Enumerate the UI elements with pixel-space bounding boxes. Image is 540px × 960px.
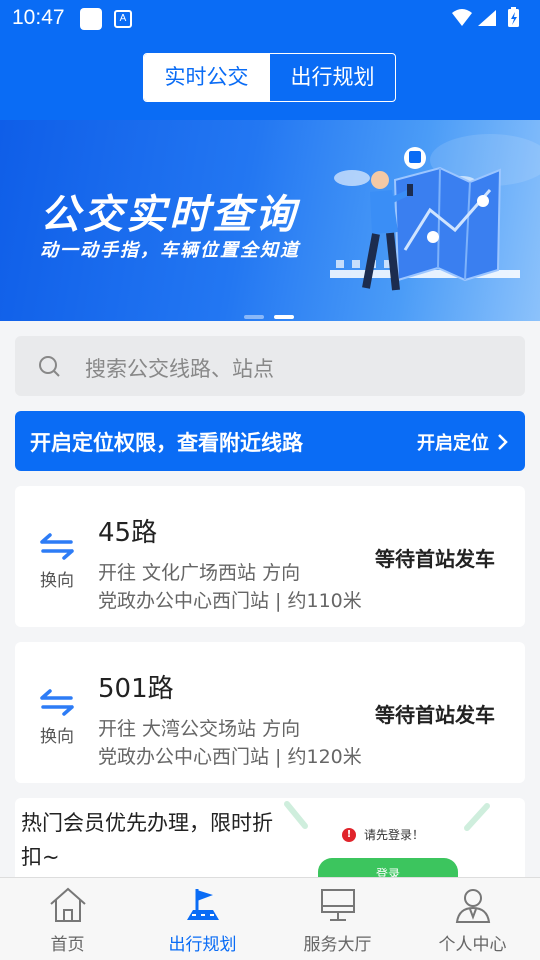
swap-direction-button[interactable]: 换向 [37,688,77,747]
route-status: 等待首站发车 [375,703,495,727]
status-time: 10:47 [12,6,65,29]
swap-label: 换向 [40,571,74,591]
route-direction: 开往 大湾公交场站 方向 [98,718,301,740]
banner-pagination [244,304,304,321]
banner-dot[interactable] [244,315,264,319]
swap-direction-button[interactable]: 换向 [37,532,77,591]
tab-trip-planning[interactable]: 出行规划 [269,54,395,101]
tab-trip-plan[interactable]: 出行规划 [135,878,270,960]
swap-arrows-icon [40,533,74,560]
location-message: 开启定位权限，查看附近线路 [30,431,303,455]
monitor-icon [320,889,355,921]
tab-home-label: 首页 [50,935,85,955]
swap-label: 换向 [40,727,74,747]
header: 10:47 A 实时公交 出行规划 [0,0,540,120]
mode-switch: 实时公交 出行规划 [143,53,396,102]
banner-dot-active[interactable] [274,315,294,319]
signal-icon [478,10,496,26]
battery-icon [508,7,519,27]
tab-service-hall-label: 服务大厅 [303,935,372,955]
status-bar: 10:47 A [0,0,540,36]
route-card[interactable]: 换向 501路 开往 大湾公交场站 方向 党政办公中心西门站 | 约120米 等… [15,642,525,783]
enable-location-button[interactable]: 开启定位 [417,429,509,455]
tab-profile[interactable]: 个人中心 [405,878,540,960]
tab-home[interactable]: 首页 [0,878,135,960]
chevron-right-icon [498,434,508,450]
membership-promo[interactable]: 热门会员优先办理，限时折扣~ ! 请先登录！ 登录 [15,798,525,888]
promo-banner[interactable]: 公交实时查询 动一动手指，车辆位置全知道 [0,120,540,321]
search-icon [39,356,60,377]
promo-text: 热门会员优先办理，限时折扣~ [21,811,273,869]
banner-title: 公交实时查询 [40,192,298,238]
route-card[interactable]: 换向 45路 开往 文化广场西站 方向 党政办公中心西门站 | 约110米 等待… [15,486,525,627]
route-name: 45路 [98,518,158,548]
bottom-tab-bar: 首页 出行规划 服务大厅 个人中心 [0,877,540,960]
error-icon: ! [342,827,356,842]
search-bar[interactable]: 搜索公交线路、站点 [15,336,525,396]
tab-trip-plan-label: 出行规划 [168,935,237,955]
route-flag-icon [186,889,219,920]
banner-subtitle: 动一动手指，车辆位置全知道 [40,240,300,261]
route-direction: 开往 文化广场西站 方向 [98,562,301,584]
login-required-message: ! 请先登录！ [342,826,424,843]
route-name: 501路 [98,674,174,704]
user-icon [455,889,490,923]
search-placeholder: 搜索公交线路、站点 [85,357,274,381]
status-icons [452,7,519,27]
location-permission-bar[interactable]: 开启定位权限，查看附近线路 开启定位 [15,411,525,471]
home-icon [49,887,86,922]
route-nearby-stop: 党政办公中心西门站 | 约110米 [98,590,362,612]
tab-profile-label: 个人中心 [438,935,507,955]
notification-square-icon [80,8,102,30]
route-nearby-stop: 党政办公中心西门站 | 约120米 [98,746,362,768]
login-required-text: 请先登录！ [364,828,425,842]
enable-location-label: 开启定位 [417,433,489,454]
tab-service-hall[interactable]: 服务大厅 [270,878,405,960]
swap-arrows-icon [40,689,74,716]
route-status: 等待首站发车 [375,547,495,571]
notification-a-icon: A [114,10,132,28]
tab-realtime-bus[interactable]: 实时公交 [144,54,269,101]
wifi-icon [452,9,472,26]
